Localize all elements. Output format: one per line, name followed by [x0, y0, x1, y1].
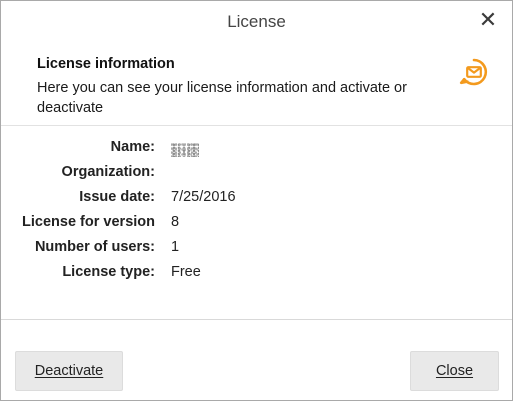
close-button[interactable]: Close [410, 351, 499, 391]
window-title: License [227, 12, 286, 31]
field-value: 7/25/2016 [171, 189, 236, 205]
field-label: License type: [62, 264, 155, 280]
close-icon[interactable]: ✕ [476, 8, 500, 32]
header-title: License information [37, 56, 175, 72]
field-label: License for version [22, 214, 155, 230]
field-value: 8 [171, 214, 180, 230]
field-row-name: Name: [1, 139, 512, 161]
header-description: Here you can see your license informatio… [37, 80, 407, 116]
field-row-issue-date: Issue date: 7/25/2016 [1, 189, 512, 211]
field-row-version: License for version 8 [1, 214, 512, 236]
field-row-organization: Organization: [1, 164, 512, 186]
field-value: Free [171, 264, 201, 280]
envelope-clock-icon [459, 58, 488, 86]
field-row-license-type: License type: Free [1, 264, 512, 286]
deactivate-button[interactable]: Deactivate [15, 351, 123, 391]
field-label: Issue date: [79, 189, 155, 205]
footer-divider [1, 319, 512, 320]
license-dialog: License ✕ License information Here you c… [0, 0, 513, 401]
field-label: Number of users: [34, 239, 155, 255]
field-value: 1 [171, 239, 180, 255]
field-label: Organization: [61, 164, 155, 180]
field-label: Name: [110, 139, 155, 155]
info-header: License information Here you can see you… [1, 43, 512, 126]
field-row-users: Number of users: 1 [1, 239, 512, 261]
title-bar: License ✕ [1, 1, 512, 43]
redacted-name-value [171, 143, 199, 157]
